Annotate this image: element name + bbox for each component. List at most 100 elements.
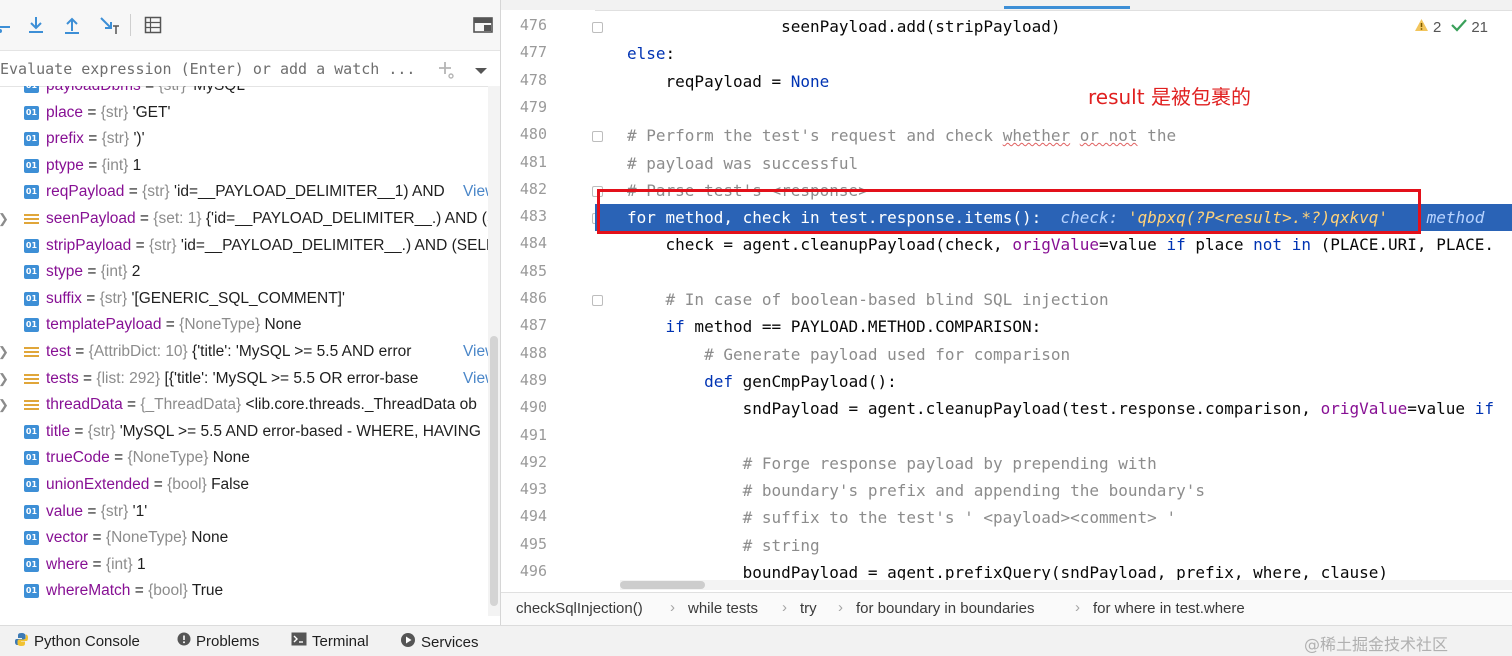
variable-type: {int}: [100, 263, 128, 281]
variable-type: {str}: [101, 130, 130, 148]
code-line[interactable]: # Forge response payload by prepending w…: [595, 450, 1512, 477]
line-number: 493: [519, 480, 547, 499]
step-into-icon[interactable]: [25, 14, 47, 36]
code-line[interactable]: reqPayload = None: [595, 68, 1512, 95]
step-over-icon[interactable]: [0, 14, 16, 36]
tool-window-bar: Python Console Problems Terminal Service…: [0, 625, 1512, 656]
breadcrumb-item[interactable]: checkSqlInjection(): [516, 600, 643, 617]
code-editor[interactable]: 476 477 478 479 480 481 482 483 484 485 486 487 488 4…: [501, 0, 1512, 625]
code-line[interactable]: else:: [595, 40, 1512, 67]
variable-row[interactable]: 01 where = {int} 1: [0, 552, 488, 579]
variable-row[interactable]: ❯ seenPayload = {set: 1} {'id=__PAYLOAD_D…: [0, 206, 488, 233]
line-number: 492: [519, 452, 547, 471]
variable-text: where = {int} 1: [46, 555, 146, 573]
variable-type: {AttribDict: 10}: [88, 343, 188, 360]
variable-text: test = {AttribDict: 10} {'title': 'MySQL…: [46, 343, 412, 360]
variable-row[interactable]: 01 value = {str} '1': [0, 499, 488, 526]
variable-row[interactable]: 01 trueCode = {NoneType} None: [0, 445, 488, 472]
variable-value: <lib.core.threads._ThreadData ob: [245, 396, 477, 414]
variable-text: suffix = {str} '[GENERIC_SQL_COMMENT]': [46, 289, 345, 307]
line-number-gutter[interactable]: 476 477 478 479 480 481 482 483 484 485 486 487 488 4…: [501, 10, 603, 580]
expand-arrow-icon[interactable]: ❯: [0, 339, 9, 366]
variable-name: seenPayload: [46, 210, 136, 227]
variable-row[interactable]: 01 ptype = {int} 1: [0, 153, 488, 180]
variable-row[interactable]: 01 prefix = {str} ')': [0, 126, 488, 153]
view-link[interactable]: View: [459, 179, 488, 206]
variable-type: {set: 1}: [153, 210, 202, 227]
evaluate-table-icon[interactable]: [142, 14, 164, 36]
layout-icon[interactable]: [472, 14, 494, 36]
variable-name: threadData: [46, 396, 123, 414]
code-line[interactable]: # suffix to the test's ' <payload><comme…: [595, 504, 1512, 531]
variable-row[interactable]: 01 vector = {NoneType} None: [0, 525, 488, 552]
code-line[interactable]: # Generate payload used for comparison: [595, 341, 1512, 368]
code-line[interactable]: # string: [595, 532, 1512, 559]
code-line[interactable]: [595, 423, 1512, 450]
variable-row[interactable]: 01 stype = {int} 2: [0, 259, 488, 286]
problems-tab[interactable]: Problems: [177, 632, 259, 650]
view-link[interactable]: View: [459, 365, 488, 393]
python-console-tab[interactable]: Python Console: [14, 632, 140, 651]
code-line[interactable]: [595, 95, 1512, 122]
variables-scrollbar[interactable]: [488, 86, 500, 616]
breadcrumb-item[interactable]: try: [800, 600, 817, 617]
terminal-tab[interactable]: Terminal: [291, 632, 369, 650]
toolbar-separator: [130, 14, 131, 36]
variable-row[interactable]: 01 place = {str} 'GET': [0, 100, 488, 127]
code-line[interactable]: # Perform the test's request and check w…: [595, 122, 1512, 149]
code-line[interactable]: sndPayload = agent.cleanupPayload(test.r…: [595, 395, 1512, 422]
chevron-down-icon[interactable]: [474, 63, 488, 81]
breadcrumb-item[interactable]: for boundary in boundaries: [856, 600, 1034, 617]
evaluate-expression-input[interactable]: [0, 58, 425, 80]
run-to-cursor-icon[interactable]: [98, 14, 120, 36]
breadcrumb-separator-icon: ›: [838, 599, 843, 616]
variable-text: seenPayload = {set: 1} {'id=__PAYLOAD_DE…: [46, 206, 488, 233]
services-tab[interactable]: Services: [400, 632, 479, 652]
breadcrumb-item[interactable]: while tests: [688, 600, 758, 617]
step-out-icon[interactable]: [61, 14, 83, 36]
variable-row[interactable]: 01 whereMatch = {bool} True: [0, 578, 488, 605]
horizontal-scrollbar[interactable]: [620, 580, 1512, 590]
variable-text: place = {str} 'GET': [46, 103, 171, 121]
code-line[interactable]: # payload was successful: [595, 150, 1512, 177]
inspection-widget[interactable]: 2 21: [1414, 18, 1488, 36]
variable-row[interactable]: 01 templatePayload = {NoneType} None: [0, 312, 488, 339]
code-line[interactable]: check = agent.cleanupPayload(check, orig…: [595, 231, 1512, 258]
code-line[interactable]: # In case of boolean-based blind SQL inj…: [595, 286, 1512, 313]
variable-type: {NoneType}: [179, 316, 261, 334]
code-line[interactable]: def genCmpPayload():: [595, 368, 1512, 395]
variable-row[interactable]: 01 suffix = {str} '[GENERIC_SQL_COMMENT]': [0, 286, 488, 313]
breadcrumb-item[interactable]: for where in test.where: [1093, 600, 1245, 617]
code-line[interactable]: [595, 259, 1512, 286]
variable-row[interactable]: 01 unionExtended = {bool} False: [0, 472, 488, 499]
variable-row[interactable]: ❯ tests = {list: 292} [{'title': 'MySQL >…: [0, 365, 488, 393]
expand-arrow-icon[interactable]: ❯: [0, 366, 9, 393]
variable-row[interactable]: 01 title = {str} 'MySQL >= 5.5 AND error-…: [0, 419, 488, 446]
variable-value: None: [264, 316, 302, 334]
breadcrumb-separator-icon: ›: [1075, 599, 1080, 616]
variable-text: title = {str} 'MySQL >= 5.5 AND error-ba…: [46, 422, 481, 440]
expand-arrow-icon[interactable]: ❯: [0, 206, 9, 233]
variable-value: {'id=__PAYLOAD_DELIMITER__.) AND (S: [205, 210, 488, 227]
code-area[interactable]: seenPayload.add(stripPayload) else: reqPa…: [595, 10, 1512, 580]
variable-row[interactable]: ❯ test = {AttribDict: 10} {'title': 'MySQ…: [0, 339, 488, 366]
add-watch-icon[interactable]: [437, 60, 457, 85]
variable-row[interactable]: 01 stripPayload = {str} 'id=__PAYLOAD_DEL…: [0, 233, 488, 260]
code-line[interactable]: # boundary's prefix and appending the bo…: [595, 477, 1512, 504]
watch-bar: [0, 52, 500, 87]
code-line[interactable]: seenPayload.add(stripPayload): [595, 13, 1512, 40]
variable-name: where: [46, 555, 89, 573]
variable-value: 'id=__PAYLOAD_DELIMITER__.) AND (SELEC: [180, 236, 488, 254]
variable-row[interactable]: 01 reqPayload = {str} 'id=__PAYLOAD_DELIM…: [0, 179, 488, 206]
collection-icon: [24, 398, 39, 412]
view-link[interactable]: View: [459, 339, 488, 366]
code-line[interactable]: if method == PAYLOAD.METHOD.COMPARISON:: [595, 313, 1512, 340]
scrollbar-thumb[interactable]: [490, 336, 498, 606]
expand-arrow-icon[interactable]: ❯: [0, 392, 9, 419]
variable-row[interactable]: 01 payloadDbms = {str} 'MySQL': [0, 86, 488, 100]
breadcrumb: checkSqlInjection() › while tests › try › for …: [501, 592, 1512, 625]
code-line[interactable]: boundPayload = agent.prefixQuery(sndPayl…: [595, 559, 1512, 580]
scrollbar-thumb[interactable]: [620, 581, 705, 589]
variable-row[interactable]: ❯ threadData = {_ThreadData} <lib.core.th…: [0, 392, 488, 419]
variable-type-icon: 01: [24, 86, 39, 93]
